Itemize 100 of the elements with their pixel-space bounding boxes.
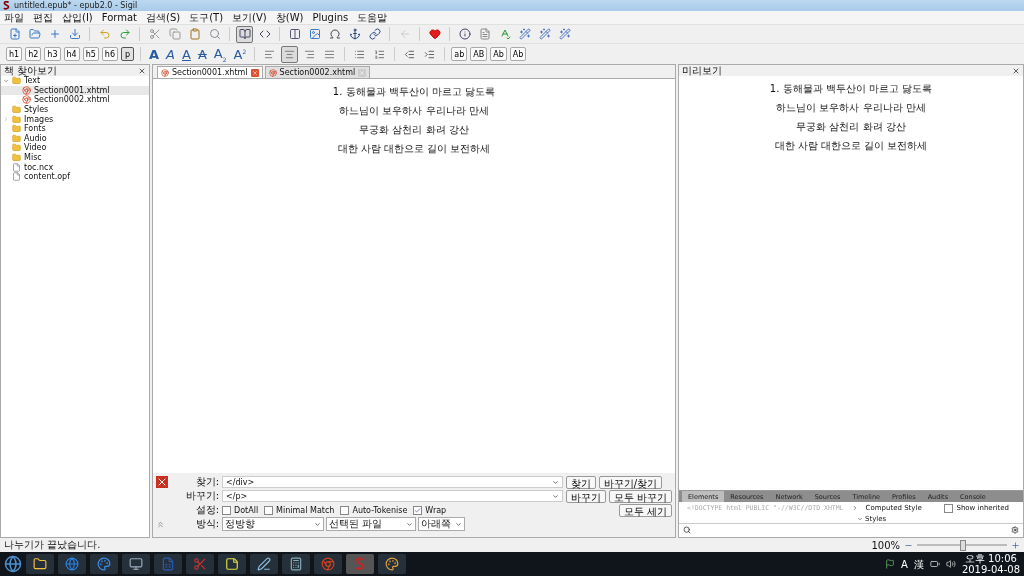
tree-item[interactable]: Images: [1, 114, 149, 124]
taskbar-app-icon[interactable]: [257, 557, 271, 571]
text-style-button[interactable]: A: [164, 46, 177, 62]
heading-button[interactable]: h3: [44, 47, 61, 61]
dropdown[interactable]: 정방향: [222, 517, 324, 531]
info-icon[interactable]: [458, 28, 471, 40]
wand-icon[interactable]: [538, 28, 551, 40]
menu-item[interactable]: Plugins: [312, 12, 349, 23]
heading-button[interactable]: h5: [82, 47, 99, 61]
case-button[interactable]: AB: [470, 47, 488, 61]
heading-button[interactable]: h4: [63, 47, 80, 61]
dropdown[interactable]: 아래쪽: [418, 517, 465, 531]
cut-icon[interactable]: [148, 28, 161, 40]
checkbox[interactable]: [340, 505, 350, 515]
tree-item[interactable]: Section0002.xhtml: [1, 95, 149, 105]
close-icon[interactable]: [156, 476, 168, 488]
heading-button[interactable]: h1: [6, 47, 23, 61]
bullet-list-icon[interactable]: [354, 48, 366, 60]
split-icon[interactable]: [288, 28, 301, 40]
start-button-icon[interactable]: [4, 555, 22, 573]
heading-button[interactable]: h2: [25, 47, 42, 61]
replace-all-button[interactable]: 모두 바꾸기: [608, 489, 672, 503]
text-style-button[interactable]: A: [195, 46, 209, 62]
save-icon[interactable]: [68, 28, 81, 40]
zoom-in-icon[interactable]: [1011, 540, 1020, 550]
find-field[interactable]: </div>: [222, 476, 563, 488]
copy-icon[interactable]: [168, 28, 181, 40]
view-toggle[interactable]: [236, 25, 253, 43]
taskbar-app-icon[interactable]: [129, 557, 143, 571]
count-all-button[interactable]: 모두 세기: [618, 503, 672, 517]
option-checkbox[interactable]: Auto-Tokenise: [340, 505, 408, 515]
taskbar-app-icon[interactable]: [385, 557, 399, 571]
battery-icon[interactable]: [929, 559, 940, 569]
close-icon[interactable]: [1012, 66, 1020, 75]
text-style-button[interactable]: A$_{2}$: [211, 45, 229, 63]
close-icon[interactable]: [138, 66, 146, 75]
caret-icon[interactable]: [455, 520, 462, 528]
close-icon[interactable]: [250, 68, 259, 77]
wand-icon[interactable]: [518, 28, 531, 40]
taskbar-app-icon[interactable]: [65, 557, 79, 571]
case-button[interactable]: ab: [451, 47, 468, 61]
taskbar-app-icon[interactable]: [33, 557, 47, 571]
tree-item[interactable]: Misc: [1, 152, 149, 163]
replace-button[interactable]: 바꾸기: [565, 489, 606, 503]
outdent-icon[interactable]: [404, 48, 416, 60]
search-icon[interactable]: [683, 525, 691, 534]
tree-item[interactable]: Section0001.xhtml: [1, 85, 149, 96]
omega-icon[interactable]: [328, 28, 341, 40]
anchor-icon[interactable]: [348, 28, 361, 40]
menu-item[interactable]: 파일: [4, 10, 24, 25]
flag-icon[interactable]: [885, 559, 896, 569]
menu-item[interactable]: 보기(V): [232, 10, 267, 25]
heart-icon[interactable]: [428, 28, 441, 40]
input-mode-indicator[interactable]: A: [901, 558, 908, 570]
option-checkbox[interactable]: Minimal Match: [264, 505, 335, 515]
menu-item[interactable]: 창(W): [275, 10, 304, 25]
new-file-icon[interactable]: [8, 28, 21, 40]
caret-icon[interactable]: [314, 520, 321, 528]
case-button[interactable]: Ab: [490, 47, 507, 61]
menu-item[interactable]: 도구(T): [189, 10, 224, 25]
menu-item[interactable]: Format: [101, 12, 137, 23]
option-checkbox[interactable]: Wrap: [413, 505, 447, 515]
checkbox[interactable]: [264, 505, 274, 515]
image-icon[interactable]: [308, 28, 321, 40]
file-tab[interactable]: Section0001.xhtml: [157, 66, 263, 78]
document-icon[interactable]: [478, 28, 491, 40]
replace-field[interactable]: </p>: [222, 490, 563, 502]
menu-item[interactable]: 검색(S): [146, 10, 181, 25]
tree-item[interactable]: toc.ncx: [1, 162, 149, 172]
checkbox[interactable]: [413, 505, 423, 515]
tree-item[interactable]: content.opf: [1, 171, 149, 182]
menu-item[interactable]: 도움말: [357, 10, 388, 25]
settings-icon[interactable]: [1011, 525, 1019, 534]
paste-icon[interactable]: [188, 28, 201, 40]
volume-icon[interactable]: [945, 559, 956, 569]
checkbox[interactable]: [222, 505, 231, 515]
tree-item[interactable]: Fonts: [1, 123, 149, 134]
tree-item[interactable]: Audio: [1, 133, 149, 144]
taskbar-app-icon[interactable]: [97, 557, 111, 571]
align-toggle[interactable]: [281, 45, 299, 63]
text-style-button[interactable]: A: [180, 46, 193, 62]
case-button[interactable]: Ab: [509, 47, 527, 61]
menu-item[interactable]: 삽입(I): [62, 10, 93, 25]
link-icon[interactable]: [368, 28, 381, 40]
checkbox[interactable]: [944, 503, 954, 513]
input-mode-indicator[interactable]: 漢: [913, 558, 924, 570]
text-style-button[interactable]: A: [147, 46, 162, 62]
text-style-button[interactable]: A$^{2}$: [231, 46, 249, 62]
caret-icon[interactable]: [406, 520, 413, 528]
taskbar-app-icon[interactable]: [289, 557, 303, 571]
tree-item[interactable]: Text: [1, 76, 149, 86]
tree-item[interactable]: Styles: [1, 104, 149, 115]
folder-icon[interactable]: [28, 28, 41, 40]
tree-item[interactable]: Video: [1, 143, 149, 153]
menu-item[interactable]: 편집: [33, 10, 53, 25]
find-button[interactable]: 찾기: [565, 475, 596, 489]
redo-icon[interactable]: [118, 28, 131, 40]
heading-button[interactable]: h6: [101, 47, 119, 61]
undo-icon[interactable]: [98, 28, 111, 40]
wand-icon[interactable]: [558, 28, 571, 40]
